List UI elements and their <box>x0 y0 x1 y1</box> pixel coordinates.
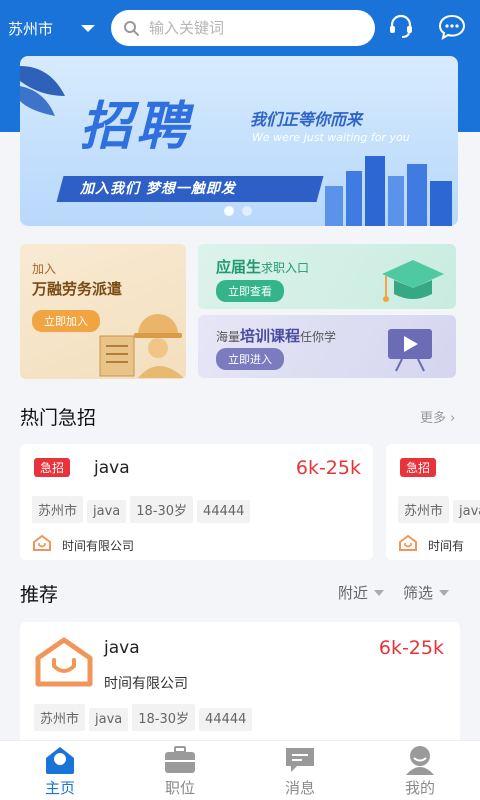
training-prefix: 海量 <box>216 330 241 344</box>
graduate-suffix: 求职入口 <box>261 261 310 275</box>
recommend-job-card[interactable]: java 6k-25k 时间有限公司 苏州市 java 18-30岁 44444 <box>20 622 460 752</box>
headset-icon[interactable] <box>386 12 416 42</box>
tab-messages[interactable]: 消息 <box>240 741 360 800</box>
job-title: java <box>104 638 140 658</box>
banner-slogan: 我们正等你而来 <box>250 110 363 129</box>
search-input[interactable] <box>149 19 349 37</box>
company-name: 时间有 <box>428 539 465 553</box>
city-skyline-icon <box>325 156 452 226</box>
banner-bar-text: 加入我们 梦想一触即发 <box>80 181 236 197</box>
video-screen-icon <box>388 329 432 372</box>
carousel-dot[interactable] <box>224 206 234 216</box>
message-icon <box>286 748 314 772</box>
tag-age: 18-30岁 <box>130 496 194 523</box>
city-selector[interactable]: 苏州市 <box>8 16 96 40</box>
bottom-tab-bar: 主页 职位 消息 我的 <box>0 740 480 800</box>
chevron-right-icon: › <box>450 411 456 426</box>
tag-age: 18-30岁 <box>132 704 196 731</box>
company-name: 时间有限公司 <box>62 539 135 553</box>
job-salary: 6k-25k <box>295 457 361 479</box>
graduate-heading: 应届生求职入口 <box>216 256 309 277</box>
worker-icon <box>99 314 184 378</box>
profile-icon <box>406 746 434 775</box>
banner-slogan-en: We were just waiting for you <box>252 131 410 144</box>
enter-now-button[interactable]: 立即进入 <box>216 348 284 370</box>
more-link[interactable]: 更多 › <box>420 407 455 426</box>
join-now-button[interactable]: 立即加入 <box>32 310 100 332</box>
job-title: java <box>94 458 130 478</box>
home-icon <box>46 747 74 774</box>
training-card[interactable]: 海量培训课程任你学 立即进入 <box>198 315 456 378</box>
carousel-dot[interactable] <box>242 206 252 216</box>
hot-job-card[interactable]: 急招 苏州市java 时间有 <box>386 444 480 560</box>
recommend-title: 推荐 <box>20 584 59 606</box>
company-logo-icon <box>399 534 417 551</box>
tab-home-label: 主页 <box>44 779 75 797</box>
carousel-dots[interactable] <box>224 206 252 216</box>
company-logo-icon <box>35 637 93 687</box>
tab-profile[interactable]: 我的 <box>360 741 480 800</box>
company-logo-icon <box>33 534 51 551</box>
search-icon <box>124 21 139 36</box>
job-tags: 苏州市 java 18-30岁 44444 <box>34 704 256 731</box>
job-salary: 6k-25k <box>378 637 444 659</box>
tag-skill: java <box>453 500 480 523</box>
dispatch-line1: 加入 <box>32 262 57 276</box>
tab-jobs-label: 职位 <box>164 779 195 797</box>
filter-label: 筛选 <box>403 584 434 602</box>
tab-home[interactable]: 主页 <box>0 741 120 800</box>
job-tags: 苏州市 java 18-30岁 44444 <box>32 496 254 523</box>
view-now-button[interactable]: 立即查看 <box>216 280 284 302</box>
tag-code: 44444 <box>199 708 253 731</box>
chevron-down-icon <box>374 589 385 596</box>
tag-skill: java <box>87 500 127 523</box>
tag-location: 苏州市 <box>398 496 450 523</box>
job-tags: 苏州市java <box>398 496 480 523</box>
tab-messages-label: 消息 <box>284 779 315 797</box>
search-bar[interactable] <box>111 10 375 46</box>
training-suffix: 任你学 <box>300 330 337 344</box>
training-heading: 海量培训课程任你学 <box>216 325 336 346</box>
filter-dropdown[interactable]: 筛选 <box>403 582 450 603</box>
chevron-down-icon <box>81 24 96 32</box>
recruitment-banner[interactable]: 招聘 我们正等你而来 We were just waiting for you … <box>20 56 458 226</box>
hot-jobs-title: 热门急招 <box>20 407 97 429</box>
tag-location: 苏州市 <box>34 704 86 731</box>
briefcase-icon <box>165 746 195 773</box>
chat-icon[interactable] <box>437 12 467 42</box>
chevron-down-icon <box>439 589 450 596</box>
dispatch-card[interactable]: 加入 万融劳务派遣 立即加入 <box>20 244 186 379</box>
banner-bar: 加入我们 梦想一触即发 <box>56 176 324 202</box>
urgent-badge: 急招 <box>400 458 437 477</box>
nearby-filter[interactable]: 附近 <box>338 582 385 603</box>
tag-location: 苏州市 <box>32 496 84 523</box>
tab-jobs[interactable]: 职位 <box>120 741 240 800</box>
urgent-badge: 急招 <box>34 458 71 477</box>
banner-headline: 招聘 <box>80 97 193 157</box>
tab-profile-label: 我的 <box>404 779 435 797</box>
more-label: 更多 <box>420 411 447 426</box>
city-label: 苏州市 <box>8 19 54 38</box>
graduation-cap-icon <box>382 260 444 302</box>
company-name: 时间有限公司 <box>104 676 188 692</box>
graduate-title: 应届生 <box>216 258 262 276</box>
nearby-label: 附近 <box>338 584 369 602</box>
graduate-card[interactable]: 应届生求职入口 立即查看 <box>198 244 456 309</box>
hot-job-card[interactable]: 急招 java 6k-25k 苏州市 java 18-30岁 44444 时间有限公司 <box>20 444 373 560</box>
dispatch-title: 万融劳务派遣 <box>32 280 123 298</box>
tag-code: 44444 <box>197 500 251 523</box>
training-title: 培训课程 <box>240 327 301 345</box>
tag-skill: java <box>89 708 129 731</box>
